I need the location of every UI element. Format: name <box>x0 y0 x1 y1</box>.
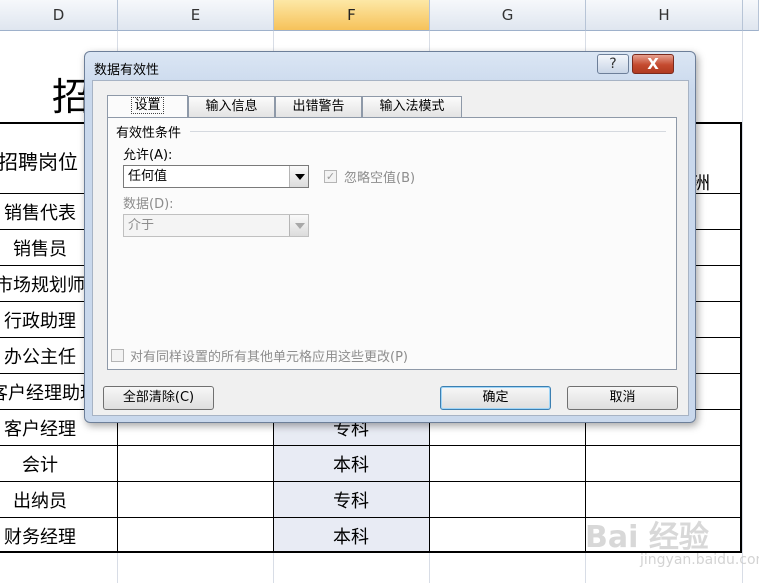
settings-panel: 有效性条件 允许(A): 任何值 ✓ 忽略空值(B) 数据(D): 介于 对有同… <box>107 117 677 370</box>
tab-input-message[interactable]: 输入信息 <box>188 96 275 117</box>
allow-dropdown[interactable]: 任何值 <box>123 165 309 188</box>
column-header-partial <box>743 0 759 31</box>
column-header-g[interactable]: G <box>430 0 586 31</box>
cell-position[interactable]: 会计 <box>22 451 58 477</box>
tab-settings[interactable]: 设置 <box>107 95 188 117</box>
cell-position[interactable]: 行政助理 <box>4 307 76 333</box>
apply-all-label: 对有同样设置的所有其他单元格应用这些更改(P) <box>130 350 408 365</box>
ignore-blank-label: 忽略空值(B) <box>344 171 416 186</box>
dialog-title: 数据有效性 <box>94 63 160 78</box>
chevron-down-icon[interactable] <box>289 166 308 187</box>
data-validation-dialog: 数据有效性 ? X 设置 输入信息 出错警告 输入法模式 有效性条件 允许(A)… <box>84 51 696 423</box>
cell-position[interactable]: 办公主任 <box>4 343 76 369</box>
chevron-down-icon[interactable] <box>289 215 308 236</box>
cell-position[interactable]: 出纳员 <box>13 487 67 513</box>
allow-label: 允许(A): <box>123 148 173 163</box>
tab-error-alert[interactable]: 出错警告 <box>275 96 362 117</box>
cell-position[interactable]: 客户经理 <box>4 415 76 441</box>
column-header-h[interactable]: H <box>586 0 743 31</box>
column-header-f[interactable]: F <box>274 0 430 31</box>
baidu-watermark: Bai 经验 <box>585 520 709 555</box>
dialog-body: 设置 输入信息 出错警告 输入法模式 有效性条件 允许(A): 任何值 ✓ 忽略… <box>92 80 689 416</box>
cell-position[interactable]: 市场规划师 <box>0 271 85 297</box>
cell-education[interactable]: 本科 <box>333 451 369 477</box>
cell-education[interactable]: 专科 <box>333 487 369 513</box>
header-position: 招聘岗位 <box>0 150 78 174</box>
cell-education[interactable]: 本科 <box>333 523 369 549</box>
allow-dropdown-value: 任何值 <box>128 169 168 184</box>
cell-position[interactable]: 销售代表 <box>4 199 76 225</box>
clear-all-button[interactable]: 全部清除(C) <box>103 386 214 410</box>
cell-position[interactable]: 财务经理 <box>4 523 76 549</box>
cancel-button[interactable]: 取消 <box>567 386 678 410</box>
data-dropdown-value: 介于 <box>128 218 155 233</box>
column-header-e[interactable]: E <box>118 0 274 31</box>
help-button[interactable]: ? <box>597 54 629 74</box>
data-label: 数据(D): <box>123 197 174 212</box>
cell-position[interactable]: 销售员 <box>13 235 67 261</box>
validation-criteria-label: 有效性条件 <box>116 126 182 141</box>
tab-ime-mode[interactable]: 输入法模式 <box>362 96 462 117</box>
ignore-blank-checkbox[interactable]: ✓ <box>324 170 337 183</box>
data-dropdown[interactable]: 介于 <box>123 214 309 237</box>
ok-button[interactable]: 确定 <box>440 386 551 410</box>
baidu-watermark-url: jingyan.baidu.com <box>640 552 759 568</box>
close-button[interactable]: X <box>632 54 674 74</box>
apply-all-checkbox[interactable] <box>111 349 124 362</box>
column-header-d[interactable]: D <box>0 0 118 31</box>
